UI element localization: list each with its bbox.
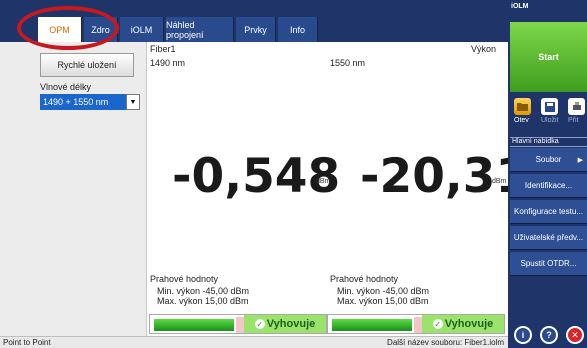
menu-run-otdr[interactable]: Spustit OTDR... — [510, 252, 587, 276]
channel1-power-bar: ✓ Vyhovuje — [149, 314, 327, 334]
start-button[interactable]: Start — [510, 22, 587, 92]
test-mode-status: Point to Point — [3, 338, 51, 347]
channel2-unit: dBm — [492, 178, 507, 185]
tab-elements[interactable]: Prvky — [236, 17, 276, 42]
tab-iolm[interactable]: iOLM — [120, 17, 164, 42]
folder-icon[interactable] — [514, 98, 531, 115]
open-label: Otev — [514, 117, 529, 124]
right-panel: iOLM Start Otev Uložit Přit Hlavní nabíd… — [508, 0, 587, 348]
save-label: Uložit — [541, 117, 559, 124]
fiber-name: Fiber1 — [150, 44, 176, 54]
channel1-power-value: -0,548 — [172, 149, 341, 204]
quick-save-button[interactable]: Rychlé uložení — [40, 53, 134, 77]
channel2-wavelength: 1550 nm — [330, 58, 366, 68]
menu-identification[interactable]: Identifikace... — [510, 174, 587, 198]
channel1-wavelength: 1490 nm — [150, 58, 186, 68]
tab-opm[interactable]: OPM — [38, 17, 82, 42]
tab-bar: OPM Zdro iOLM Náhled propojení Prvky Inf… — [0, 0, 508, 42]
wavelength-select-value: 1490 + 1550 nm — [43, 97, 109, 107]
print-icon[interactable] — [568, 98, 585, 115]
channel2-power-bar: ✓ Vyhovuje — [327, 314, 505, 334]
close-icon[interactable]: ✕ — [566, 326, 584, 344]
channel1-threshold-marker — [236, 317, 244, 333]
status-bar: Point to Point Další název souboru: Fibe… — [0, 336, 508, 348]
app-title: iOLM — [511, 3, 529, 10]
channel2-threshold-title: Prahové hodnoty — [330, 274, 399, 284]
channel1-status: Vyhovuje — [266, 318, 316, 330]
wavelength-label: Vlnové délky — [40, 82, 92, 92]
chevron-right-icon: ▶ — [577, 156, 583, 164]
main-panel: Fiber1 Výkon 1490 nm 1550 nm -0,548 dBm … — [147, 42, 528, 336]
main-menu-header: Hlavní nabídka — [510, 137, 587, 147]
wavelength-select[interactable]: 1490 + 1550 nm ▼ — [40, 94, 140, 110]
channel1-pass-badge: ✓ Vyhovuje — [244, 315, 326, 333]
chevron-down-icon[interactable]: ▼ — [126, 94, 140, 110]
check-icon: ✓ — [432, 319, 443, 329]
channel1-power-bar-fill — [154, 319, 234, 331]
channel2-power-bar-fill — [332, 319, 412, 331]
print-label: Přit — [568, 117, 579, 124]
menu-user-preferences[interactable]: Uživatelské předv... — [510, 226, 587, 250]
tab-source[interactable]: Zdro — [84, 17, 118, 42]
channel1-threshold-title: Prahové hodnoty — [150, 274, 219, 284]
power-label: Výkon — [470, 44, 496, 54]
channel1-max-power: Max. výkon 15,00 dBm — [157, 296, 249, 306]
menu-file-label: Soubor — [535, 155, 562, 164]
channel2-max-power: Max. výkon 15,00 dBm — [337, 296, 429, 306]
help-icon[interactable]: ? — [540, 326, 558, 344]
channel2-pass-badge: ✓ Vyhovuje — [422, 315, 504, 333]
info-icon[interactable]: i — [514, 326, 532, 344]
next-filename-status: Další název souboru: Fiber1.iolm — [387, 338, 504, 347]
channel2-threshold-marker — [414, 317, 422, 333]
tab-link-view[interactable]: Náhled propojení — [166, 17, 234, 42]
menu-test-config[interactable]: Konfigurace testu... — [510, 200, 587, 224]
menu-file[interactable]: Soubor ▶ — [510, 148, 587, 172]
channel2-power-value: -20,31 — [360, 149, 529, 204]
channel2-status: Vyhovuje — [444, 318, 494, 330]
check-icon: ✓ — [254, 319, 265, 329]
channel1-unit: dBm — [316, 178, 331, 185]
channel1-min-power: Min. výkon -45,00 dBm — [157, 286, 250, 296]
tab-info[interactable]: Info — [278, 17, 318, 42]
left-panel: Rychlé uložení Vlnové délky 1490 + 1550 … — [0, 42, 147, 336]
channel2-min-power: Min. výkon -45,00 dBm — [337, 286, 430, 296]
save-icon[interactable] — [541, 98, 558, 115]
